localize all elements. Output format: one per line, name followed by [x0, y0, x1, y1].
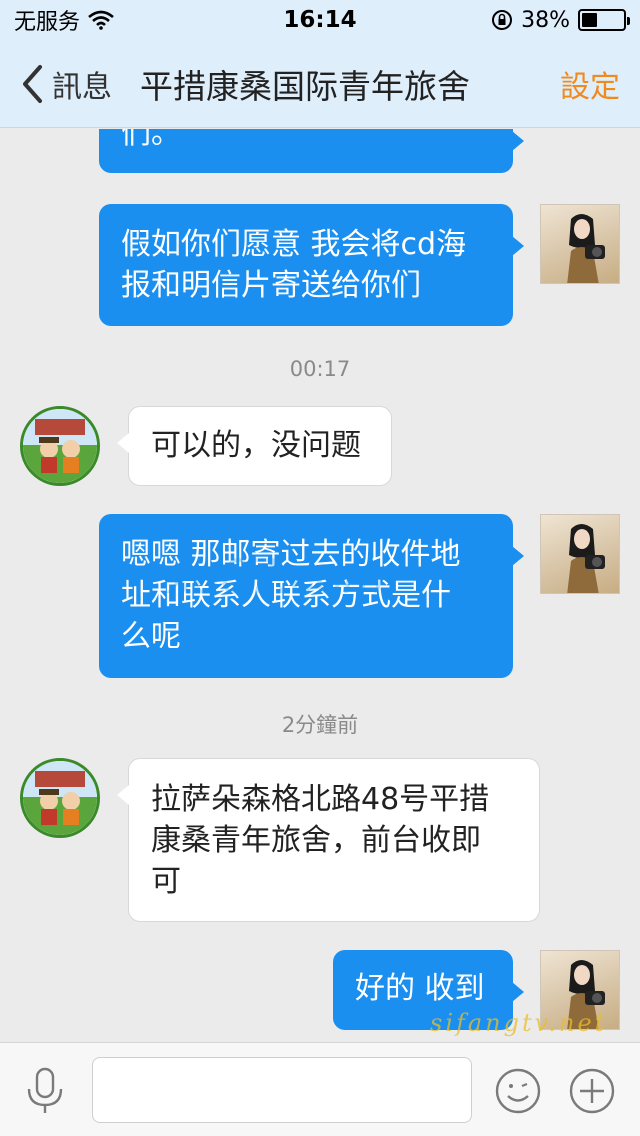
wifi-icon — [88, 10, 114, 30]
chat-area[interactable]: 们。 假如你们愿意 我会将cd海 报和明信片寄送给你们 00:17 可以的，没问… — [0, 129, 640, 1042]
chevron-left-icon — [20, 64, 44, 104]
carrier-label: 无服务 — [14, 10, 81, 35]
message-bubble-incoming[interactable]: 拉萨朵森格北路48号平措 康桑青年旅舍，前台收即 可 — [117, 758, 540, 922]
nav-bar: 訊息 平措康桑国际青年旅舍 設定 — [0, 40, 640, 128]
message-bubble-outgoing[interactable]: 好的 收到 — [333, 950, 524, 1030]
battery-fill — [582, 13, 597, 27]
message-bubble-incoming[interactable]: 可以的，没问题 — [117, 406, 392, 486]
message-text: 可以的，没问题 — [151, 428, 361, 463]
message-input[interactable] — [92, 1057, 472, 1123]
settings-button[interactable]: 設定 — [560, 62, 620, 106]
status-right: 38% — [491, 7, 630, 33]
status-left: 无服务 — [14, 4, 114, 36]
plus-icon[interactable] — [568, 1067, 616, 1115]
back-button[interactable]: 訊息 — [0, 40, 112, 127]
message-bubble-outgoing[interactable]: 们。 — [99, 129, 524, 173]
message-line: 拉萨朵森格北路48号平措 — [151, 782, 490, 817]
message-bubble-outgoing[interactable]: 嗯嗯 那邮寄过去的收件地 址和联系人联系方式是什 么呢 — [99, 514, 524, 678]
avatar-hostel[interactable] — [20, 758, 100, 838]
back-label: 訊息 — [52, 69, 112, 105]
message-line: 么呢 — [121, 619, 181, 654]
input-bar — [0, 1042, 640, 1136]
avatar-self[interactable] — [540, 204, 620, 284]
page-title: 平措康桑国际青年旅舍 — [140, 66, 470, 106]
smiley-icon[interactable] — [494, 1067, 542, 1115]
message-line: 报和明信片寄送给你们 — [121, 268, 421, 303]
timestamp: 00:17 — [289, 357, 351, 381]
message-line: 康桑青年旅舍，前台收即 — [151, 823, 481, 858]
message-line: 假如你们愿意 我会将cd海 — [121, 227, 467, 262]
status-bar: 无服务 16:14 38% — [0, 0, 640, 40]
battery-percent: 38% — [521, 7, 570, 33]
avatar-self[interactable] — [540, 514, 620, 594]
message-text: 们。 — [121, 129, 181, 151]
message-line: 嗯嗯 那邮寄过去的收件地 — [121, 537, 461, 572]
message-text: 好的 收到 — [355, 971, 485, 1006]
timestamp: 2分鐘前 — [281, 713, 359, 737]
rotation-lock-icon — [491, 9, 513, 31]
avatar-self[interactable] — [540, 950, 620, 1030]
microphone-icon[interactable] — [22, 1067, 68, 1115]
message-line: 址和联系人联系方式是什 — [121, 578, 451, 613]
message-line: 可 — [151, 864, 181, 899]
message-bubble-outgoing[interactable]: 假如你们愿意 我会将cd海 报和明信片寄送给你们 — [99, 204, 524, 326]
battery-icon — [578, 9, 630, 31]
avatar-hostel[interactable] — [20, 406, 100, 486]
